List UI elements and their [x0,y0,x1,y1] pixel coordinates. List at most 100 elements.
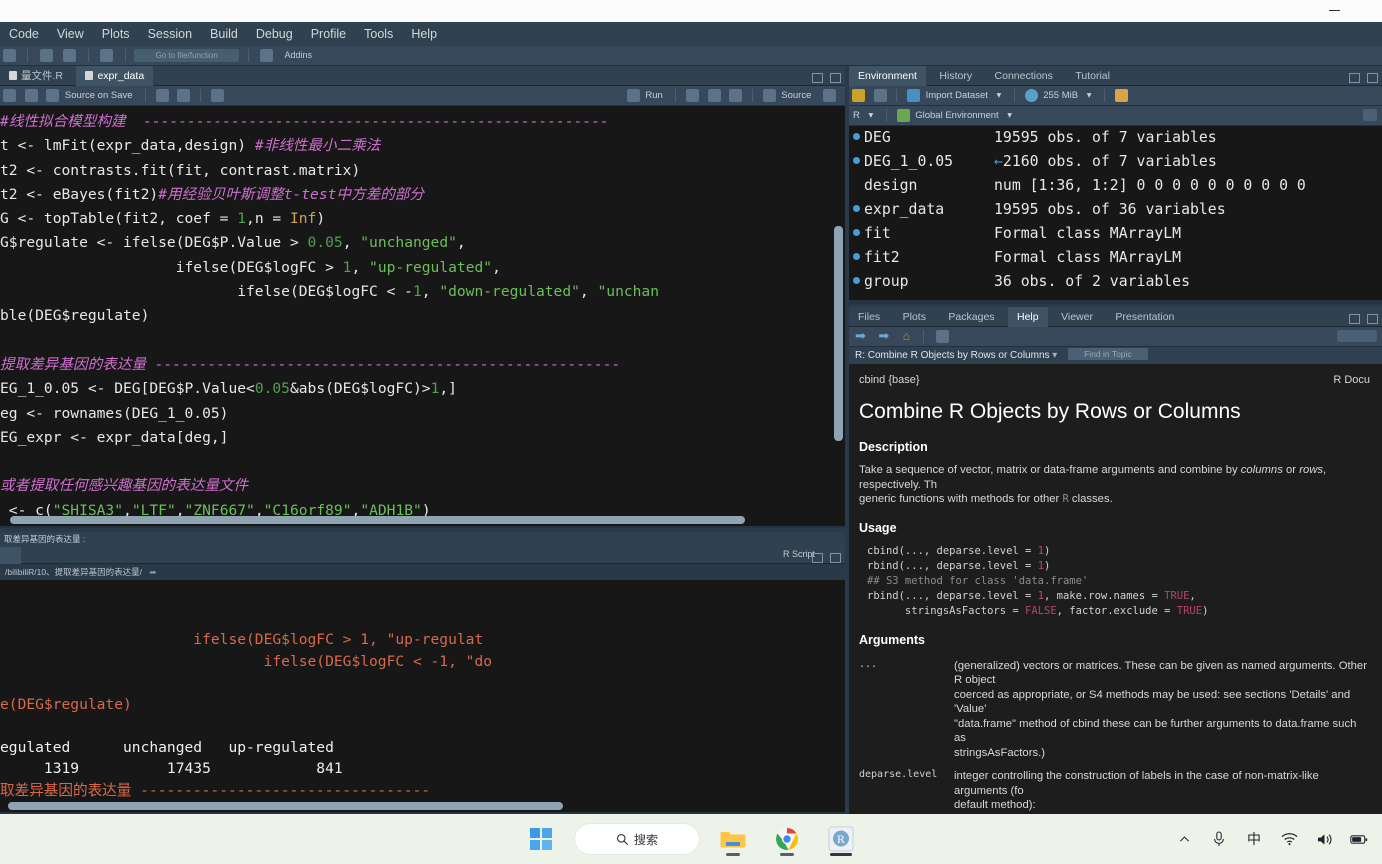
environment-chevron-down-icon[interactable]: ▾ [1007,106,1012,126]
forward-arrow-icon[interactable]: ➡ [878,328,889,343]
tab-help[interactable]: Help [1008,307,1048,327]
addins-label[interactable]: Addins [285,46,313,65]
compile-report-icon[interactable] [210,89,224,102]
save-icon[interactable] [63,49,77,62]
expand-object-icon[interactable] [853,277,860,284]
console-output[interactable]: ifelse(DEG$logFC > 1, "up-regulat ifelse… [0,580,845,812]
load-workspace-icon[interactable] [852,89,865,102]
run-label[interactable]: Run [645,86,662,106]
tab-presentation[interactable]: Presentation [1106,307,1183,327]
source-icon[interactable] [762,89,776,102]
search-code-icon[interactable] [155,89,169,102]
environment-variable-row[interactable]: design num [1:36, 1:2] 0 0 0 0 0 0 0 0 0 … [849,174,1382,198]
tab-tutorial[interactable]: Tutorial [1066,66,1119,86]
menu-item-tools[interactable]: Tools [355,24,402,44]
environment-variable-row[interactable]: group 36 obs. of 2 variables [849,270,1382,294]
maximize-pane-button[interactable] [830,553,841,563]
expand-object-icon[interactable] [853,157,860,164]
topic-chevron-down-icon[interactable]: ▾ [1052,350,1057,361]
chevron-up-icon[interactable] [1175,830,1193,848]
tab-packages[interactable]: Packages [939,307,1003,327]
language-selector-label[interactable]: R [853,106,860,126]
menu-item-help[interactable]: Help [402,24,446,44]
environment-search-input[interactable] [1363,109,1377,121]
tab-environment[interactable]: Environment [849,66,926,86]
volume-icon[interactable] [1315,830,1333,848]
memory-usage-label[interactable]: 255 MiB [1043,86,1078,106]
microphone-icon[interactable] [1210,830,1228,848]
find-in-topic-input[interactable]: Find in Topic [1068,348,1148,360]
ime-language-icon[interactable]: 中 [1245,830,1263,848]
environment-variable-row[interactable]: fit2 Formal class MArrayLM [849,246,1382,270]
tab-connections[interactable]: Connections [986,66,1062,86]
taskbar-file-explorer[interactable] [713,819,753,859]
language-chevron-down-icon[interactable]: ▾ [869,106,874,126]
console-tab-console[interactable] [0,547,21,565]
save-source-icon[interactable] [46,89,60,102]
menu-item-profile[interactable]: Profile [302,24,355,44]
console-horizontal-scrollbar[interactable] [8,802,563,810]
console-path-label[interactable]: /bilibiliR/10、提取差异基因的表达量/ [5,567,142,577]
help-search-input[interactable] [1337,330,1377,342]
print-help-icon[interactable] [935,330,949,343]
editor-horizontal-scrollbar[interactable] [10,516,745,524]
editor-vertical-scrollbar[interactable] [834,226,843,441]
menu-item-build[interactable]: Build [201,24,247,44]
open-directory-icon[interactable]: ➦ [149,567,156,577]
taskbar-chrome[interactable] [767,819,807,859]
global-environment-label[interactable]: Global Environment [915,106,998,126]
environment-variable-row[interactable]: DEG_1_0.05 ←2160 obs. of 7 variables [849,150,1382,174]
open-file-icon[interactable] [39,49,53,62]
environment-variable-row[interactable]: expr_data 19595 obs. of 36 variables [849,198,1382,222]
taskbar-search-box[interactable]: 搜索 [575,824,699,854]
source-tab-expr-data[interactable]: expr_data [76,66,154,86]
save-workspace-icon[interactable] [873,89,887,102]
print-icon[interactable] [100,49,114,62]
import-dataset-label[interactable]: Import Dataset [926,86,988,106]
memory-chevron-down-icon[interactable]: ▾ [1087,86,1092,106]
minimize-pane-button[interactable] [1348,314,1360,324]
memory-usage-icon[interactable] [1024,89,1038,102]
menu-item-debug[interactable]: Debug [247,24,302,44]
next-chunk-icon[interactable] [729,89,743,102]
menu-item-code[interactable]: Code [0,24,48,44]
help-topic-title[interactable]: R: Combine R Objects by Rows or Columns [855,350,1050,361]
back-icon[interactable] [3,89,16,102]
maximize-pane-button[interactable] [1367,314,1378,324]
minimize-pane-button[interactable] [811,553,823,563]
run-icon[interactable] [626,89,640,102]
tab-viewer[interactable]: Viewer [1052,307,1102,327]
minimize-pane-button[interactable] [811,73,823,83]
go-to-file-input[interactable]: Go to file/function [134,49,240,62]
outline-icon[interactable] [823,89,836,102]
import-dataset-icon[interactable] [906,89,920,102]
code-content[interactable]: #线性拟合模型构建 ------------------------------… [0,106,845,526]
source-tab-script[interactable]: 量文件.R [0,66,72,86]
wifi-icon[interactable] [1280,830,1298,848]
battery-icon[interactable] [1350,830,1368,848]
environment-variable-row[interactable]: DEG 19595 obs. of 7 variables [849,126,1382,150]
tab-files[interactable]: Files [849,307,889,327]
import-dataset-chevron-down-icon[interactable]: ▾ [997,86,1002,106]
tab-history[interactable]: History [930,66,981,86]
source-label[interactable]: Source [781,86,811,106]
taskbar-rstudio[interactable]: R [821,819,861,859]
prev-chunk-icon[interactable] [707,89,721,102]
maximize-pane-button[interactable] [1367,73,1378,83]
environment-variable-list[interactable]: DEG 19595 obs. of 7 variables DEG_1_0.05 ←2… [849,126,1382,300]
new-file-icon[interactable] [3,49,16,62]
start-button[interactable] [521,819,561,859]
menu-item-view[interactable]: View [48,24,93,44]
clear-workspace-icon[interactable] [1114,89,1128,102]
back-arrow-icon[interactable]: ➡ [855,328,866,343]
expand-object-icon[interactable] [853,229,860,236]
maximize-pane-button[interactable] [830,73,841,83]
expand-object-icon[interactable] [853,253,860,260]
environment-variable-row[interactable]: fit Formal class MArrayLM [849,222,1382,246]
expand-object-icon[interactable] [853,205,860,212]
addins-icon[interactable] [260,49,274,62]
code-editor[interactable]: #线性拟合模型构建 ------------------------------… [0,106,845,526]
menu-item-session[interactable]: Session [139,24,201,44]
expand-object-icon[interactable] [853,133,860,140]
code-tools-icon[interactable] [177,89,191,102]
